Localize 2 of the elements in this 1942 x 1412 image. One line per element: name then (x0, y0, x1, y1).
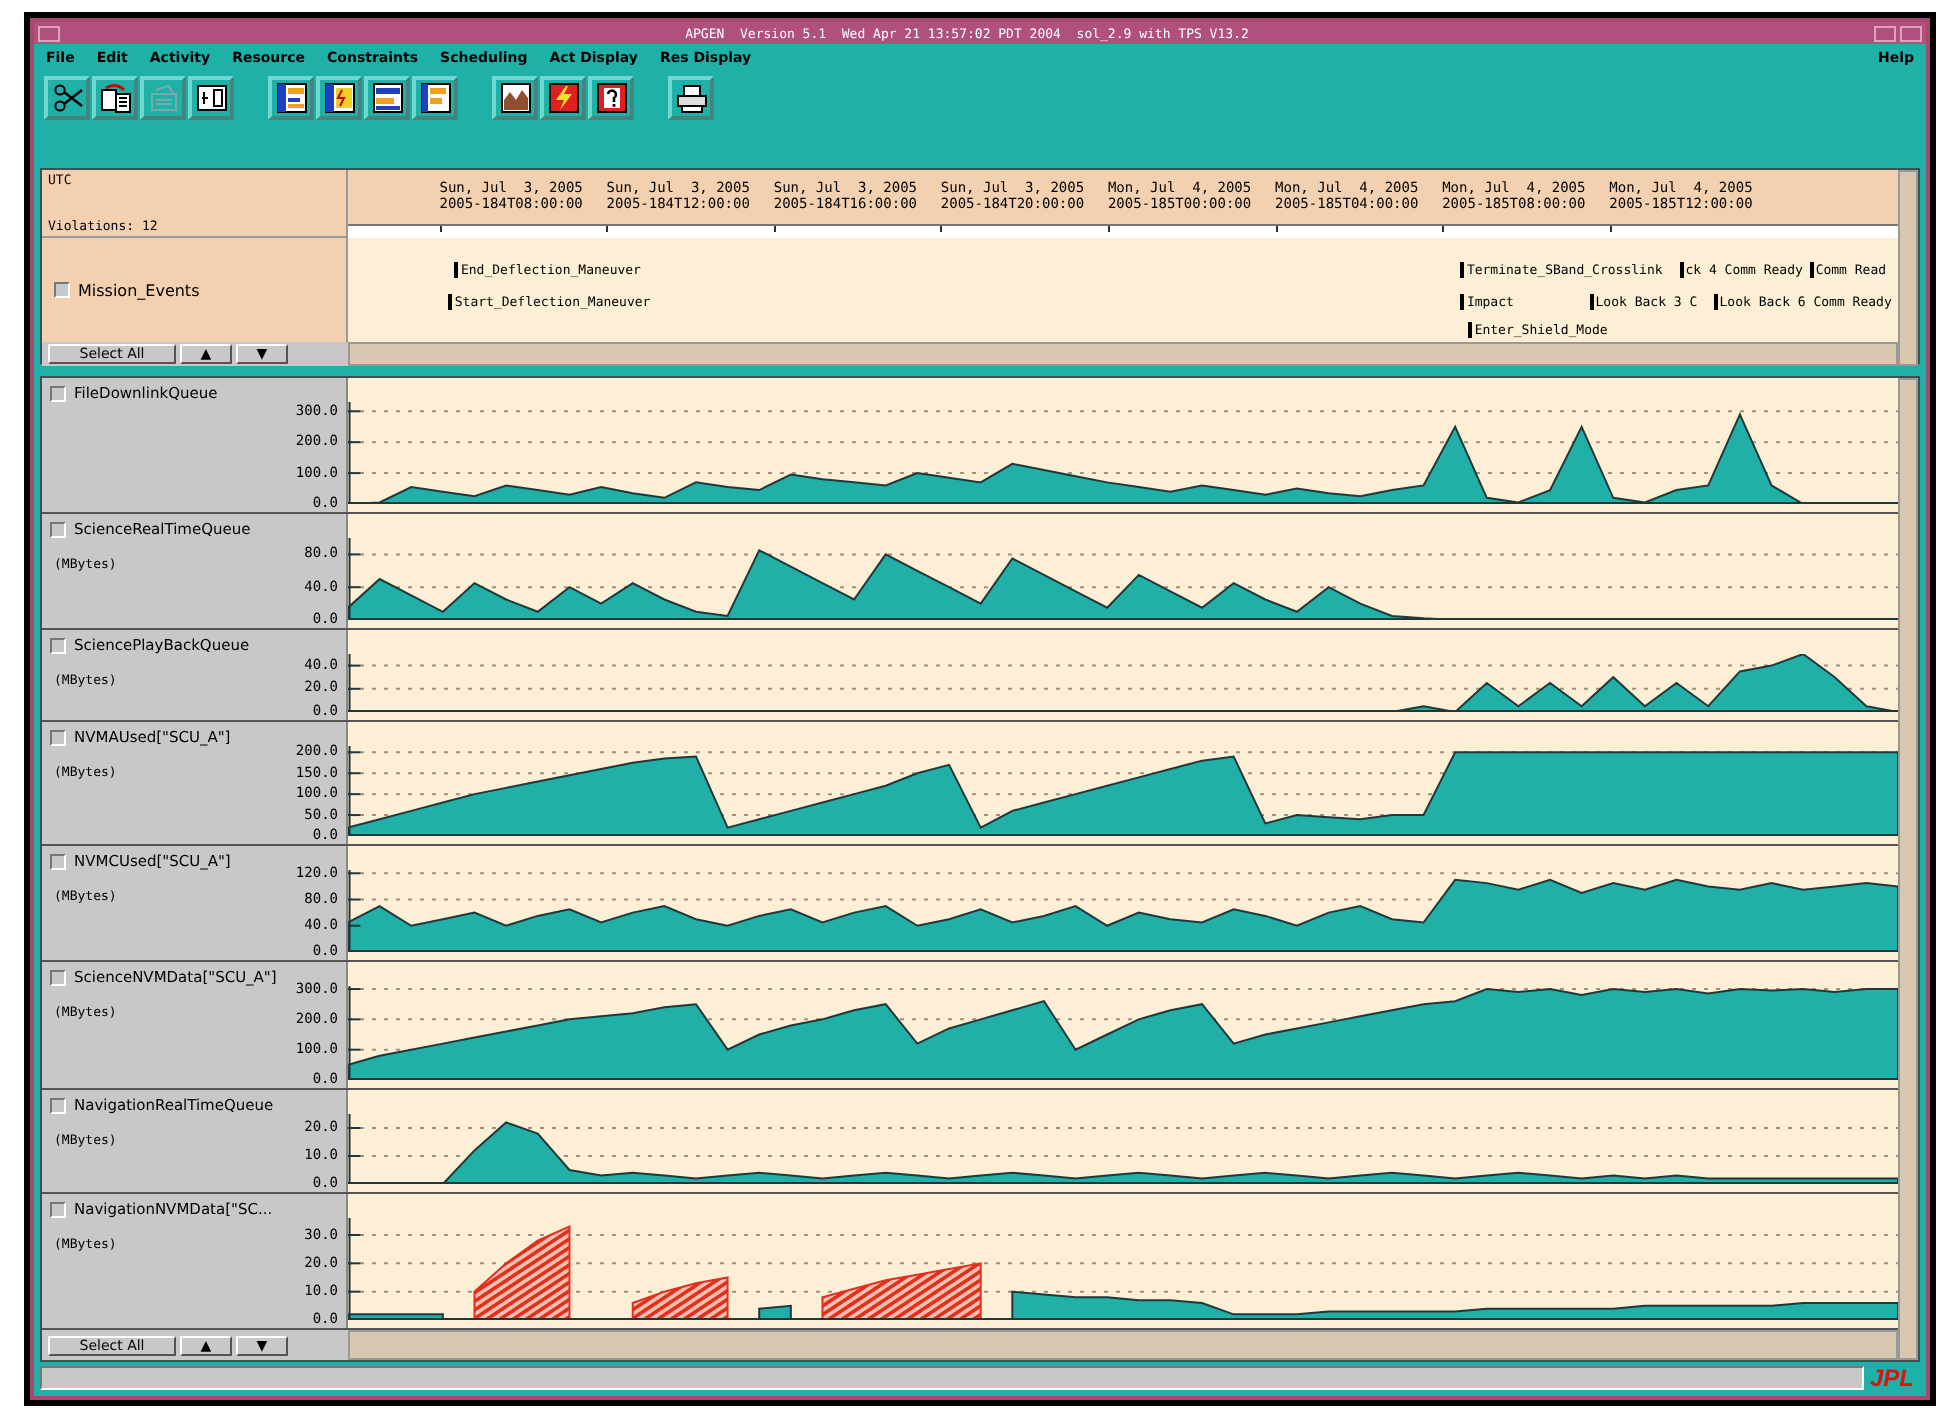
legend-label: Mission_Events (78, 281, 200, 299)
logo: JPL (1867, 1366, 1916, 1391)
